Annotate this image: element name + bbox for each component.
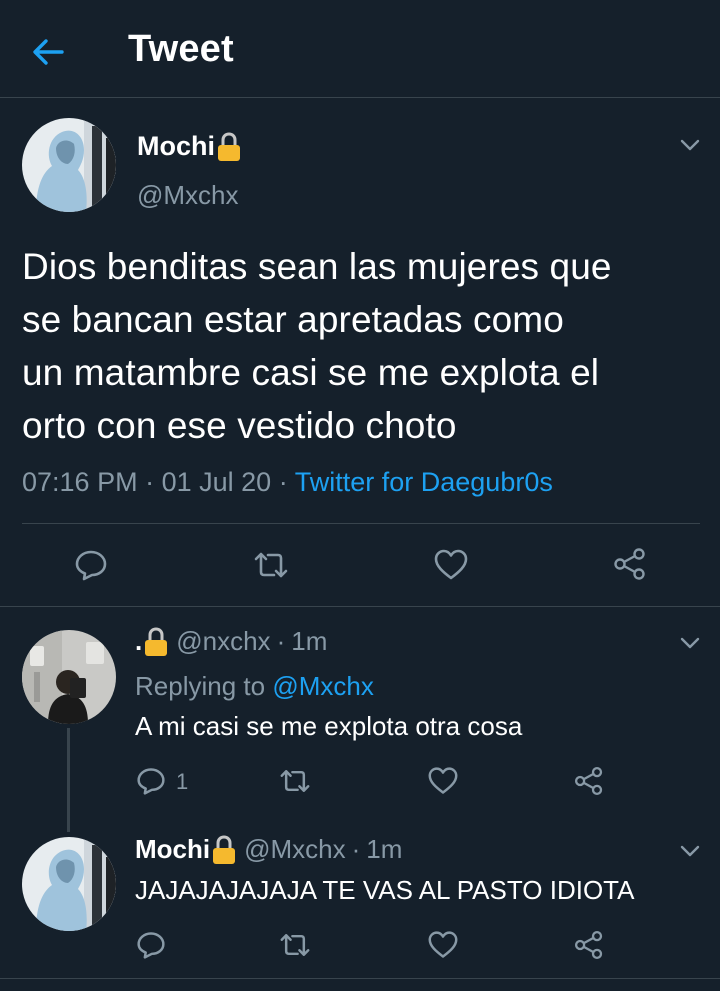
meta-separator: · (278, 467, 288, 497)
tweet-menu-button[interactable] (679, 632, 701, 654)
back-button[interactable] (30, 34, 66, 70)
reply-author-name[interactable]: Mochi (135, 834, 210, 865)
reply-header: Mochi @Mxchx · 1m (135, 834, 402, 865)
lock-icon (144, 626, 168, 657)
like-button[interactable] (427, 766, 459, 796)
heart-icon (428, 767, 458, 794)
arrow-left-icon (33, 39, 64, 65)
reply-avatar[interactable] (22, 630, 116, 724)
chevron-down-icon (680, 845, 700, 857)
author-name[interactable]: Mochi (137, 131, 241, 162)
reply-author-handle[interactable]: @Mxchx (244, 834, 346, 865)
share-icon (574, 766, 603, 796)
reply-button[interactable] (74, 548, 108, 582)
reply-avatar[interactable] (22, 837, 116, 931)
avatar-photo (22, 837, 116, 931)
tweet-menu-button[interactable] (679, 134, 701, 156)
share-icon (574, 930, 603, 960)
chevron-down-icon (680, 139, 700, 151)
avatar-photo (22, 630, 116, 724)
tweet-date: 01 Jul 20 (161, 467, 272, 497)
share-button[interactable] (573, 765, 605, 797)
reply-header: . @nxchx · 1m (135, 626, 327, 657)
meta-separator: · (276, 626, 286, 656)
retweet-button[interactable] (278, 766, 312, 796)
chevron-down-icon (680, 637, 700, 649)
divider (22, 523, 700, 524)
replying-to-mention[interactable]: @Mxchx (272, 671, 374, 701)
divider (0, 978, 720, 979)
reply-author-name[interactable]: . (135, 626, 142, 657)
like-button[interactable] (433, 548, 469, 582)
reply-count: 1 (176, 769, 189, 794)
avatar-photo (22, 118, 116, 212)
reply-time: 1m (366, 834, 403, 864)
reply-icon (137, 768, 165, 795)
replying-to: Replying to @Mxchx (135, 671, 374, 701)
reply-button[interactable] (136, 766, 166, 796)
tweet-client-link[interactable]: Twitter for Daegubr0s (295, 467, 553, 497)
thread-connector (67, 728, 70, 832)
page-title: Tweet (128, 28, 234, 70)
tweet-metadata: 07:16 PM · 01 Jul 20 · Twitter for Daegu… (22, 467, 553, 498)
retweet-icon (254, 552, 288, 578)
reply-icon (75, 550, 107, 581)
share-icon (614, 548, 645, 580)
tweet-menu-button[interactable] (679, 840, 701, 862)
meta-separator: · (351, 834, 361, 864)
heart-icon (434, 549, 468, 580)
meta-separator: · (145, 467, 155, 497)
reply-time: 1m (291, 626, 328, 656)
author-handle[interactable]: @Mxchx (137, 180, 239, 211)
retweet-button[interactable] (278, 930, 312, 960)
lock-icon (212, 834, 236, 865)
like-button[interactable] (427, 930, 459, 960)
lock-icon (217, 131, 241, 162)
tweet-time: 07:16 PM (22, 467, 138, 497)
divider (0, 606, 720, 607)
top-app-bar: Tweet (0, 0, 720, 98)
tweet-text: Dios benditas sean las mujeres que se ba… (22, 246, 612, 446)
reply-button[interactable] (136, 930, 166, 960)
retweet-icon (280, 934, 310, 956)
reply-text: A mi casi se me explota otra cosa (135, 711, 523, 741)
share-button[interactable] (612, 546, 648, 582)
share-button[interactable] (573, 929, 605, 961)
retweet-icon (280, 770, 310, 792)
reply-icon (137, 932, 165, 959)
reply-author-handle[interactable]: @nxchx (176, 626, 270, 657)
heart-icon (428, 931, 458, 958)
retweet-button[interactable] (252, 548, 290, 582)
author-avatar[interactable] (22, 118, 116, 212)
reply-text: JAJAJAJAJAJA TE VAS AL PASTO IDIOTA (135, 875, 635, 905)
